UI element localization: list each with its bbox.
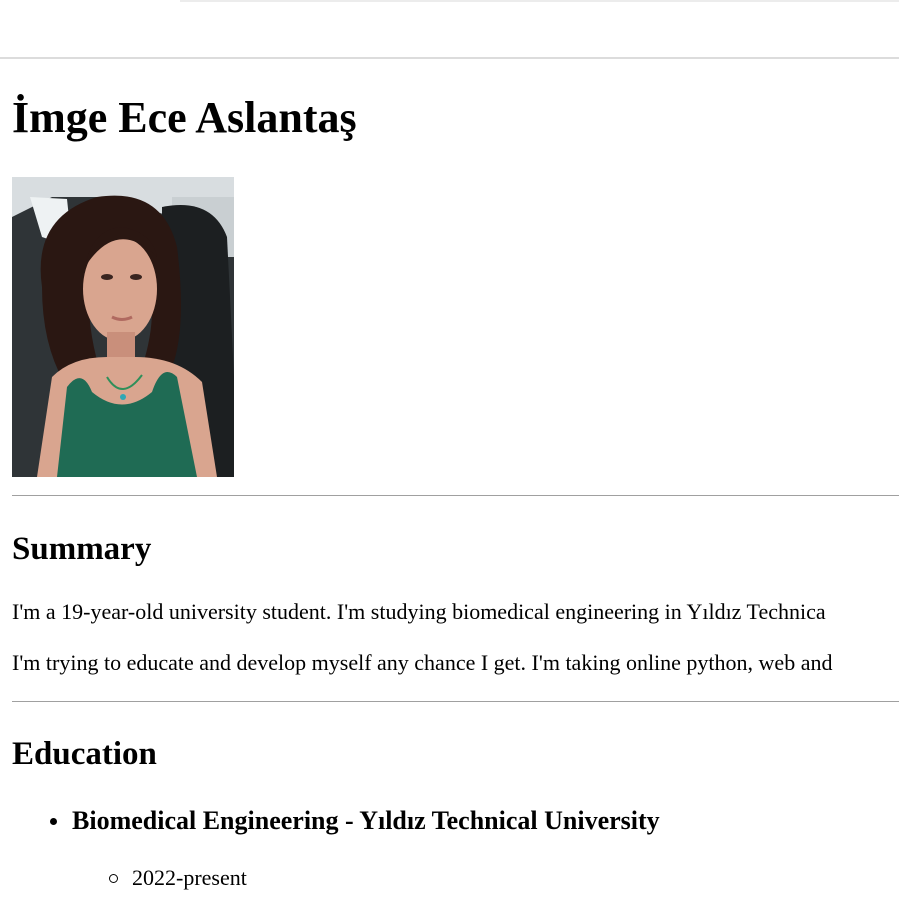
- bullet-circle-icon: [109, 874, 118, 883]
- bullet-disc-icon: [50, 818, 57, 825]
- education-years: 2022-present: [132, 865, 247, 890]
- header-rule: [0, 57, 899, 59]
- education-heading: Education: [12, 736, 157, 772]
- profile-photo: [12, 177, 234, 477]
- page-title: İmge Ece Aslantaş: [12, 93, 357, 142]
- section-divider: [12, 701, 899, 702]
- section-divider: [12, 495, 899, 496]
- top-strip-divider: [180, 0, 899, 2]
- summary-heading: Summary: [12, 531, 152, 567]
- summary-paragraph: I'm trying to educate and develop myself…: [12, 650, 833, 675]
- summary-paragraph: I'm a 19-year-old university student. I'…: [12, 599, 826, 624]
- education-title: Biomedical Engineering - Yıldız Technica…: [72, 806, 660, 835]
